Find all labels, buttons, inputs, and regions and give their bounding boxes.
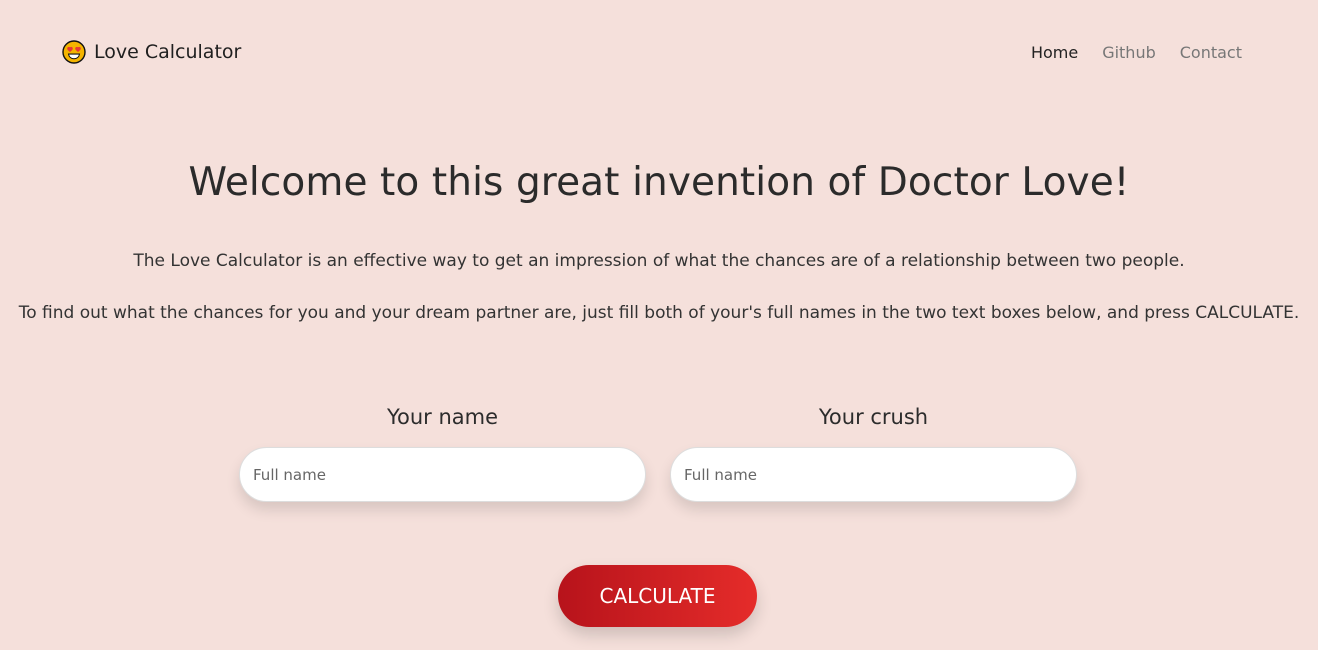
- intro-paragraph-1: The Love Calculator is an effective way …: [133, 251, 1185, 271]
- nav-contact-link[interactable]: Contact: [1180, 43, 1242, 62]
- love-calculator-form: Your name Your crush: [239, 405, 1077, 505]
- hero-section: Welcome to this great invention of Docto…: [0, 160, 1318, 205]
- top-navigation: Home Github Contact: [1031, 43, 1242, 62]
- brand-link[interactable]: Love Calculator: [62, 40, 241, 64]
- heart-eyes-emoji-icon: [62, 40, 86, 64]
- navbar: Love Calculator Home Github Contact: [0, 0, 1318, 106]
- brand-label: Love Calculator: [94, 41, 242, 63]
- your-name-label: Your name: [386, 405, 499, 429]
- nav-home-link[interactable]: Home: [1031, 43, 1078, 62]
- your-crush-label: Your crush: [818, 405, 929, 429]
- your-name-group: Your name: [239, 405, 646, 502]
- intro-paragraph-2: To find out what the chances for you and…: [18, 303, 1300, 323]
- your-crush-group: Your crush: [670, 405, 1077, 502]
- your-crush-input[interactable]: [670, 447, 1077, 502]
- page-title: Welcome to this great invention of Docto…: [188, 160, 1130, 205]
- nav-github-link[interactable]: Github: [1102, 43, 1156, 62]
- calculate-button[interactable]: CALCULATE: [558, 565, 757, 627]
- your-name-input[interactable]: [239, 447, 646, 502]
